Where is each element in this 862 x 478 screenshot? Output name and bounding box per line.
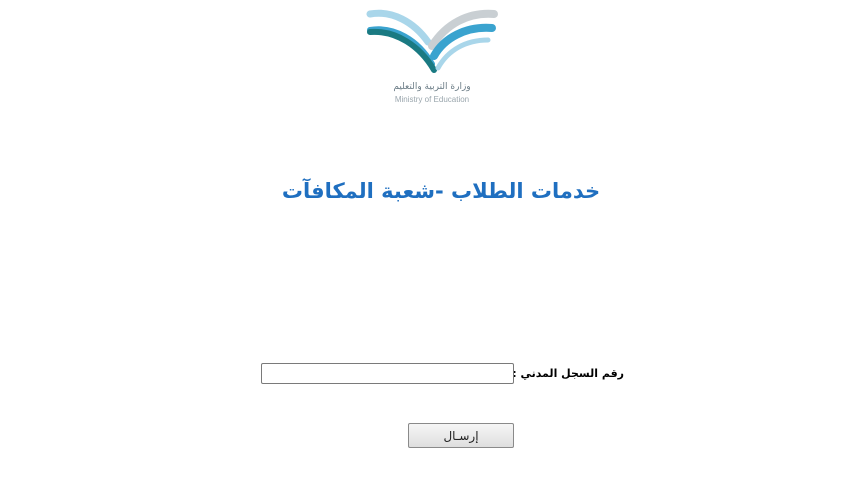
civil-id-label: رقم السجل المدني :: [512, 367, 624, 380]
page-title: خدمات الطلاب -شعبة المكافآت: [281, 179, 601, 203]
page: وزارة التربية والتعليم Ministry of Educa…: [0, 0, 862, 478]
civil-id-input[interactable]: [261, 363, 514, 384]
logo-english-text: Ministry of Education: [394, 95, 470, 104]
logo-arabic-text: وزارة التربية والتعليم: [393, 82, 471, 92]
open-book-icon: [366, 9, 498, 73]
submit-button[interactable]: إرسـال: [408, 423, 514, 448]
ministry-logo: وزارة التربية والتعليم Ministry of Educa…: [362, 8, 502, 108]
